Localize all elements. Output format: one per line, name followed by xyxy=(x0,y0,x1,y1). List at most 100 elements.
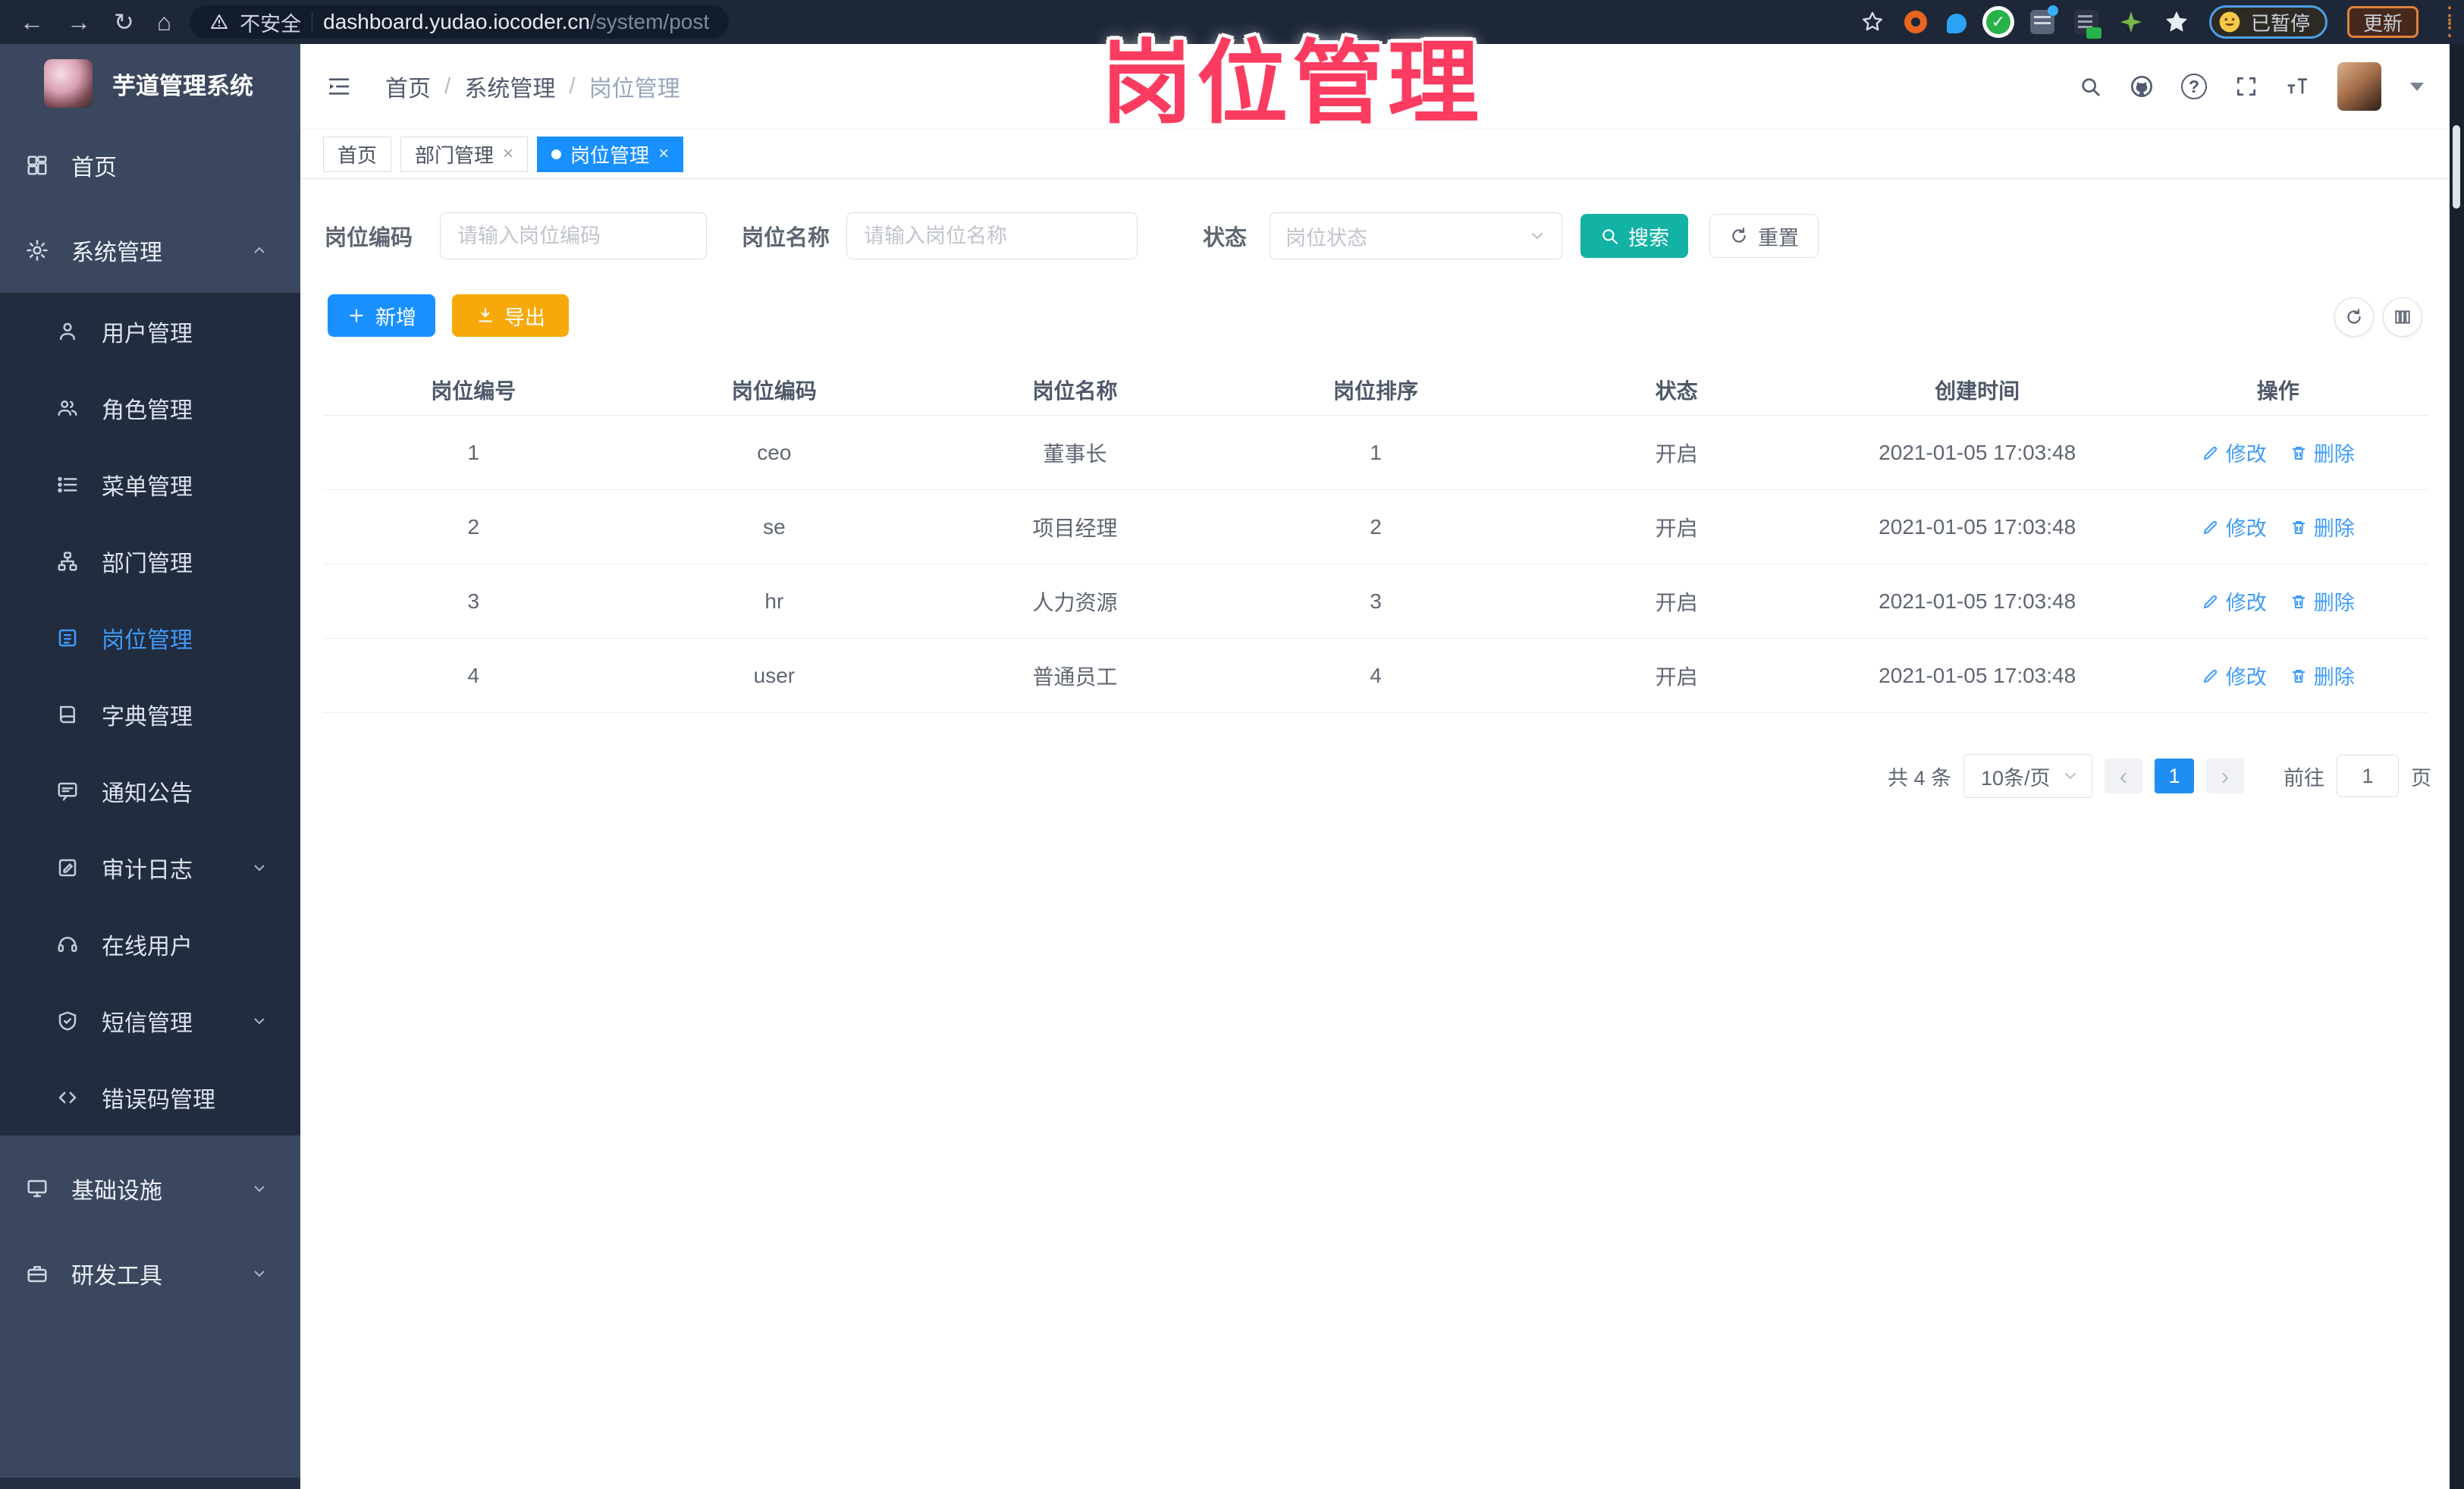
close-icon[interactable]: × xyxy=(658,145,669,163)
avatar-caret-icon[interactable] xyxy=(2410,82,2424,91)
export-button[interactable]: 导出 xyxy=(452,294,569,337)
extension-icon-sliders[interactable] xyxy=(2029,5,2058,34)
sidebar-item-system-mgmt[interactable]: 系统管理 xyxy=(0,208,300,293)
paused-badge[interactable]: 已暂停 xyxy=(2208,5,2327,39)
message-icon xyxy=(58,782,77,800)
extension-icon-check[interactable]: ✓ xyxy=(1985,10,2010,34)
browser-window: ← → ↻ ⌂ 不安全 dashboard.yudao.iocoder.cn/s… xyxy=(0,0,2464,1489)
edit-link[interactable]: 修改 xyxy=(2202,512,2267,542)
sidebar-item-dev-tools[interactable]: 研发工具 xyxy=(0,1231,300,1316)
close-icon[interactable]: × xyxy=(503,145,513,163)
table-toolbar: 新增 导出 xyxy=(328,294,569,337)
goto-page-input[interactable] xyxy=(2337,755,2399,797)
cell-post-name: 董事长 xyxy=(1043,441,1107,466)
post-code-input[interactable] xyxy=(440,212,708,259)
github-icon[interactable] xyxy=(2130,74,2154,99)
edit-link[interactable]: 修改 xyxy=(2202,661,2267,690)
trash-icon xyxy=(2292,669,2305,683)
goto-label: 前往 xyxy=(2284,766,2324,790)
tab-home[interactable]: 首页 xyxy=(323,136,392,172)
tab-dept-mgmt[interactable]: 部门管理 × xyxy=(400,136,529,172)
back-icon[interactable]: ← xyxy=(20,10,44,34)
extension-icon-green[interactable] xyxy=(2118,9,2144,35)
sidebar-item-post-mgmt[interactable]: 岗位管理 xyxy=(0,599,300,676)
address-bar[interactable]: 不安全 dashboard.yudao.iocoder.cn/system/po… xyxy=(190,5,730,39)
extension-icon-pin[interactable] xyxy=(1946,13,1966,33)
home-icon[interactable]: ⌂ xyxy=(157,10,171,34)
sidebar-item-home[interactable]: 首页 xyxy=(0,123,300,208)
tab-post-mgmt[interactable]: 岗位管理 × xyxy=(537,136,684,172)
sidebar-item-label: 短信管理 xyxy=(102,1010,193,1036)
sidebar-item-user-mgmt[interactable]: 用户管理 xyxy=(0,293,300,369)
browser-menu-icon[interactable]: ⋮ ⋮ xyxy=(2438,4,2461,39)
fullscreen-icon[interactable] xyxy=(2234,74,2258,99)
font-size-icon[interactable] xyxy=(2286,74,2310,99)
delete-link[interactable]: 删除 xyxy=(2290,512,2355,542)
list-icon xyxy=(58,476,77,492)
post-name-label: 岗位名称 xyxy=(742,226,830,250)
edit-link[interactable]: 修改 xyxy=(2202,586,2267,616)
search-button-label: 搜索 xyxy=(1628,226,1670,250)
edit-label: 修改 xyxy=(2225,592,2267,614)
extension-icon-white[interactable] xyxy=(2164,9,2189,35)
reset-button[interactable]: 重置 xyxy=(1709,214,1819,258)
prev-page-button[interactable]: ‹ xyxy=(2105,759,2142,793)
users-icon xyxy=(58,400,77,416)
page-size-select[interactable]: 10条/页 xyxy=(1963,754,2092,798)
sidebar-item-sms-mgmt[interactable]: 短信管理 xyxy=(0,982,300,1059)
help-icon[interactable]: ? xyxy=(2181,74,2207,99)
add-button[interactable]: 新增 xyxy=(328,294,435,337)
next-page-button[interactable]: › xyxy=(2206,759,2244,793)
status-select[interactable]: 岗位状态 xyxy=(1270,212,1563,259)
page-1-button[interactable]: 1 xyxy=(2155,759,2194,793)
refresh-table-button[interactable] xyxy=(2334,297,2374,337)
breadcrumb-system[interactable]: 系统管理 xyxy=(464,70,555,103)
edit-label: 修改 xyxy=(2225,517,2267,540)
sidebar-item-dict-mgmt[interactable]: 字典管理 xyxy=(0,676,300,752)
forward-icon[interactable]: → xyxy=(67,10,91,34)
app-logo-row[interactable]: 芋道管理系统 xyxy=(0,44,300,123)
tab-label: 首页 xyxy=(337,143,378,167)
sidebar-item-error-code-mgmt[interactable]: 错误码管理 xyxy=(0,1059,300,1136)
chevron-down-icon xyxy=(254,1271,265,1277)
table-row: 3 hr 人力资源 3 开启 2021-01-05 17:03:48 修改 删除 xyxy=(323,564,2428,639)
sidebar-item-audit-log[interactable]: 审计日志 xyxy=(0,829,300,906)
scrollbar-thumb[interactable] xyxy=(2453,125,2460,209)
search-icon[interactable] xyxy=(2078,74,2102,99)
edit-link[interactable]: 修改 xyxy=(2202,438,2267,467)
sidebar-item-role-mgmt[interactable]: 角色管理 xyxy=(0,369,300,446)
column-settings-button[interactable] xyxy=(2383,297,2422,337)
user-avatar[interactable] xyxy=(2337,62,2381,111)
bookmark-star-icon[interactable] xyxy=(1860,10,1885,34)
filter-form: 岗位编码 岗位名称 状态 岗位状态 搜索 重置 xyxy=(325,212,1819,259)
search-button[interactable]: 搜索 xyxy=(1580,214,1689,258)
pencil-icon xyxy=(2203,520,2217,534)
reset-button-label: 重置 xyxy=(1758,226,1800,250)
sidebar-toggle-icon[interactable] xyxy=(325,74,353,99)
system-submenu: 用户管理 角色管理 菜单管理 部门管理 岗位管理 字典管理 通知公告 审计日志 … xyxy=(0,293,300,1136)
extension-icon-orange[interactable] xyxy=(1904,11,1927,33)
columns-icon xyxy=(2395,310,2410,324)
sidebar-item-infrastructure[interactable]: 基础设施 xyxy=(0,1146,300,1231)
app-logo-image xyxy=(44,59,93,108)
delete-link[interactable]: 删除 xyxy=(2290,586,2355,616)
sidebar-item-dept-mgmt[interactable]: 部门管理 xyxy=(0,523,300,599)
column-header: 岗位名称 xyxy=(1032,379,1118,403)
update-button[interactable]: 更新 xyxy=(2346,6,2418,38)
post-table: 岗位编号 岗位编码 岗位名称 岗位排序 状态 创建时间 操作 1 ceo 董事长… xyxy=(323,364,2428,713)
reload-icon[interactable]: ↻ xyxy=(114,10,134,34)
delete-link[interactable]: 删除 xyxy=(2290,661,2355,690)
app-title: 芋道管理系统 xyxy=(112,72,253,99)
breadcrumb-home[interactable]: 首页 xyxy=(385,70,431,103)
sidebar-item-notice[interactable]: 通知公告 xyxy=(0,752,300,829)
sidebar-item-online-users[interactable]: 在线用户 xyxy=(0,906,300,982)
delete-link[interactable]: 删除 xyxy=(2290,438,2355,467)
sidebar-item-label: 基础设施 xyxy=(71,1179,162,1204)
sidebar-item-menu-mgmt[interactable]: 菜单管理 xyxy=(0,446,300,523)
post-name-input[interactable] xyxy=(846,212,1138,259)
extension-icon-terminal[interactable] xyxy=(2073,10,2101,39)
add-button-label: 新增 xyxy=(375,306,416,329)
page-scrollbar[interactable] xyxy=(2450,44,2464,1489)
chevron-down-icon xyxy=(254,1186,265,1192)
cell-post-code: user xyxy=(753,663,796,687)
